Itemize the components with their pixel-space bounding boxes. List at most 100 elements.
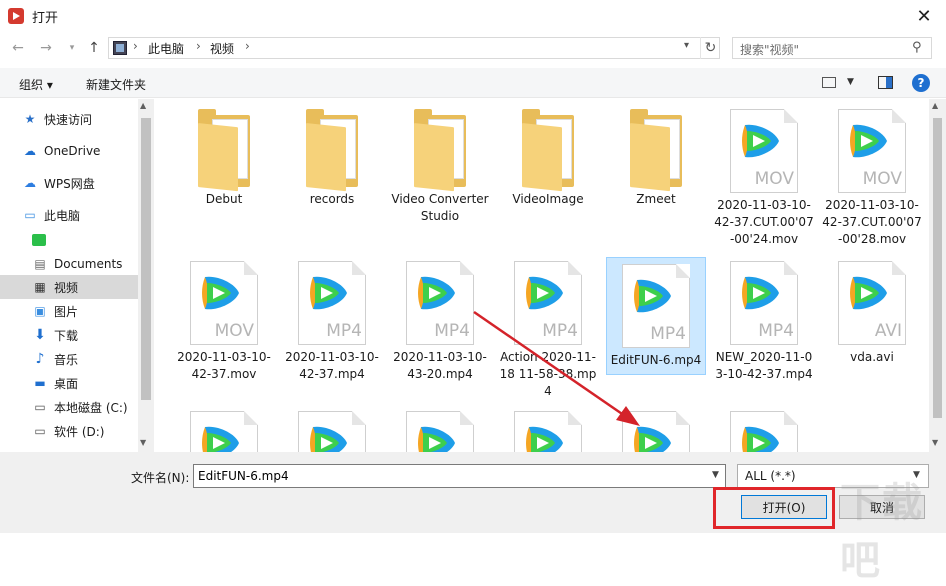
file-extension-label: MP4	[434, 321, 470, 341]
breadcrumb-videos[interactable]: 视频	[210, 40, 234, 57]
scroll-up-arrow-icon[interactable]: ▲	[932, 101, 938, 110]
drive-icon: ▭	[34, 424, 46, 438]
sidebar-item-label: 下载	[54, 328, 79, 343]
view-mode-icon[interactable]	[822, 77, 836, 88]
file-name: Video Converter Studio	[391, 192, 489, 223]
file-extension-label: MP4	[650, 324, 686, 344]
sidebar-item-documents[interactable]: ▤ Documents	[32, 252, 154, 276]
recent-locations-chevron-icon[interactable]: ▾	[62, 38, 82, 58]
sidebar-item-videos[interactable]: ▦ 视频	[0, 275, 138, 299]
video-player-logo-icon	[742, 426, 779, 452]
file-name: Action 2020-11-18 11-58-38.mp4	[499, 350, 597, 398]
file-extension-label: MP4	[326, 321, 362, 341]
file-item[interactable]: MP4 2020-11-03-10-43-20.mp4	[390, 261, 490, 383]
sidebar-item-onedrive[interactable]: ☁ OneDrive	[22, 139, 154, 163]
download-arrow-icon: ⬇	[34, 327, 46, 343]
file-item[interactable]	[714, 411, 814, 452]
sidebar-item-drive-c[interactable]: ▭ 本地磁盘 (C:)	[32, 395, 154, 419]
close-button[interactable]: ✕	[905, 2, 943, 30]
video-file-icon	[622, 411, 690, 452]
new-folder-button[interactable]: 新建文件夹	[86, 76, 146, 93]
folder-item[interactable]: VideoImage	[498, 109, 598, 208]
sidebar-item-quick-access[interactable]: ★ 快速访问	[22, 107, 154, 131]
file-name: 2020-11-03-10-42-37.CUT.00'07-00'28.mov	[822, 198, 922, 246]
sidebar-item-label: 音乐	[54, 352, 79, 367]
scroll-up-arrow-icon[interactable]: ▲	[140, 101, 146, 110]
sidebar-item-label: 视频	[54, 280, 79, 295]
file-item[interactable]: MP4 EditFUN-6.mp4	[606, 257, 706, 375]
app-green-icon	[32, 234, 46, 246]
forward-arrow-icon[interactable]: →	[36, 38, 56, 58]
file-extension-label: MP4	[758, 321, 794, 341]
file-item[interactable]	[606, 411, 706, 452]
sidebar-scrollbar-thumb[interactable]	[141, 118, 151, 400]
help-icon[interactable]: ?	[912, 74, 930, 92]
preview-pane-icon[interactable]	[878, 76, 893, 89]
refresh-icon[interactable]: ↻	[700, 37, 720, 59]
back-arrow-icon[interactable]: ←	[8, 38, 28, 58]
video-player-logo-icon	[202, 276, 239, 310]
sidebar-item-desktop[interactable]: ▬ 桌面	[32, 371, 154, 395]
video-file-icon	[190, 411, 258, 452]
file-item[interactable]: MP4 NEW_2020-11-03-10-42-37.mp4	[714, 261, 814, 383]
app-logo-icon	[8, 8, 24, 24]
file-name: 2020-11-03-10-42-37.mp4	[285, 350, 379, 381]
sidebar-item-wps-drive[interactable]: ☁ WPS网盘	[22, 171, 154, 195]
file-item[interactable]	[498, 411, 598, 452]
organize-button[interactable]: 组织 ▾	[19, 76, 53, 93]
sidebar-item-music[interactable]: ♪ 音乐	[32, 347, 154, 371]
file-item[interactable]: AVI vda.avi	[822, 261, 922, 366]
film-icon	[113, 41, 127, 55]
sidebar-item-app[interactable]	[32, 228, 154, 252]
video-player-logo-icon	[526, 426, 563, 452]
filename-label: 文件名(N):	[131, 471, 190, 485]
file-list-scrollbar-thumb[interactable]	[933, 118, 942, 418]
folder-item[interactable]: Zmeet	[606, 109, 706, 208]
file-item[interactable]: MOV 2020-11-03-10-42-37.CUT.00'07-00'28.m…	[822, 109, 922, 248]
filename-input[interactable]	[193, 464, 726, 488]
scroll-down-arrow-icon[interactable]: ▼	[932, 438, 938, 447]
file-item[interactable]	[390, 411, 490, 452]
video-player-logo-icon	[850, 276, 887, 310]
file-item[interactable]: MOV 2020-11-03-10-42-37.mov	[174, 261, 274, 383]
file-item[interactable]: MOV 2020-11-03-10-42-37.CUT.00'07-00'24.m…	[714, 109, 814, 248]
sidebar-item-drive-d[interactable]: ▭ 软件 (D:)	[32, 419, 154, 443]
cloud-icon: ☁	[24, 176, 36, 190]
breadcrumb-separator-icon: ›	[245, 39, 250, 53]
sidebar-item-label: Documents	[54, 257, 123, 271]
up-arrow-icon[interactable]: ↑	[84, 38, 104, 58]
search-icon[interactable]: ⚲	[912, 40, 922, 55]
folder-item[interactable]: records	[282, 109, 382, 208]
sidebar-item-downloads[interactable]: ⬇ 下载	[32, 323, 154, 347]
video-player-logo-icon	[634, 426, 671, 452]
view-dropdown-chevron-icon[interactable]: ▼	[847, 77, 854, 87]
breadcrumb-separator-icon: ›	[133, 39, 138, 53]
file-type-value: ALL (*.*)	[745, 469, 796, 483]
music-note-icon: ♪	[35, 351, 45, 367]
title-bar	[0, 0, 946, 32]
file-name: 2020-11-03-10-43-20.mp4	[393, 350, 487, 381]
sidebar-item-label: 桌面	[54, 376, 79, 391]
video-file-icon	[730, 411, 798, 452]
file-name: 2020-11-03-10-42-37.mov	[177, 350, 271, 381]
drive-icon: ▭	[34, 400, 46, 414]
sidebar-item-this-pc[interactable]: ▭ 此电脑	[22, 203, 154, 227]
scroll-down-arrow-icon[interactable]: ▼	[140, 438, 146, 447]
folder-item[interactable]: Video Converter Studio	[390, 109, 490, 225]
file-item[interactable]: MP4 2020-11-03-10-42-37.mp4	[282, 261, 382, 383]
breadcrumb-this-pc[interactable]: 此电脑	[148, 40, 184, 57]
file-item[interactable]: MP4 Action 2020-11-18 11-58-38.mp4	[498, 261, 598, 400]
folder-item[interactable]: Debut	[174, 109, 274, 208]
picture-icon: ▣	[34, 304, 46, 318]
file-item[interactable]	[174, 411, 274, 452]
address-dropdown-chevron-icon[interactable]: ▾	[684, 40, 689, 51]
file-extension-label: MOV	[214, 321, 254, 341]
folder-icon	[302, 109, 362, 192]
star-icon: ★	[24, 112, 36, 126]
sidebar-item-pictures[interactable]: ▣ 图片	[32, 299, 154, 323]
file-name: Debut	[205, 192, 243, 206]
video-player-logo-icon	[202, 426, 239, 452]
navigation-pane: ★ 快速访问 ☁ OneDrive ☁ WPS网盘 ▭ 此电脑 ▤ Docume…	[0, 99, 154, 452]
file-item[interactable]	[282, 411, 382, 452]
filename-dropdown-chevron-icon[interactable]: ▼	[712, 470, 719, 480]
